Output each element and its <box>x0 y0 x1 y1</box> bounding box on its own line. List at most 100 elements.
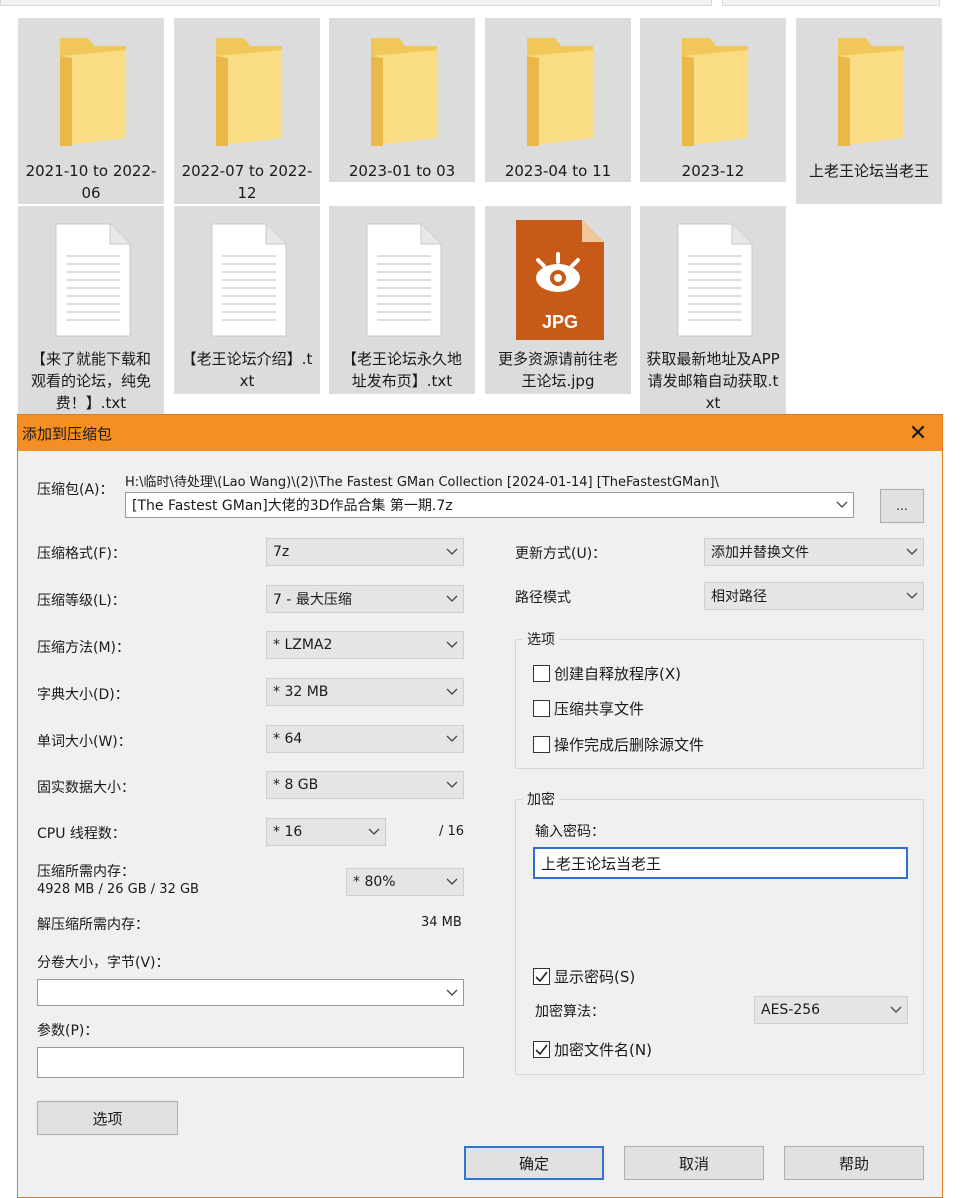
chevron-down-icon <box>441 586 463 612</box>
jpg-badge-text: JPG <box>542 312 578 332</box>
dictionary-label: 字典大小(D)： <box>37 687 129 703</box>
chevron-down-icon <box>831 493 853 517</box>
checkbox-unchecked[interactable] <box>533 736 550 753</box>
chevron-down-icon <box>441 869 463 895</box>
file-item[interactable]: 【老王论坛永久地址发布页】.txt <box>329 206 475 394</box>
folder-item[interactable]: 2023-01 to 03 <box>329 18 475 182</box>
parameters-input[interactable] <box>37 1047 464 1078</box>
file-label: 【老王论坛永久地址发布页】.txt <box>341 350 462 390</box>
chevron-down-icon <box>441 632 463 658</box>
close-icon[interactable]: ✕ <box>900 418 936 448</box>
folder-item[interactable]: 2021-10 to 2022-06 <box>18 18 164 204</box>
decompress-memory-value: 34 MB <box>421 915 462 930</box>
dictionary-value: * 32 MB <box>273 684 329 700</box>
text-file-icon <box>192 212 302 348</box>
text-file-icon <box>658 212 768 348</box>
folder-label: 2023-01 to 03 <box>348 162 456 180</box>
encryption-group-title: 加密 <box>523 789 559 809</box>
compress-shared-label: 压缩共享文件 <box>554 700 645 718</box>
password-value: 上老王论坛当老王 <box>541 854 662 873</box>
folder-label: 2022-07 to 2022-12 <box>181 162 313 202</box>
compress-shared-option[interactable]: 压缩共享文件 <box>533 698 644 719</box>
folder-icon <box>192 24 302 160</box>
chevron-down-icon <box>441 980 463 1005</box>
word-size-value: * 64 <box>273 731 303 747</box>
help-button[interactable]: 帮助 <box>784 1146 924 1180</box>
folder-label: 2023-04 to 11 <box>504 162 612 180</box>
folder-icon <box>503 24 613 160</box>
cpu-threads-value: * 16 <box>273 824 303 840</box>
encrypt-names-label: 加密文件名(N) <box>554 1041 652 1059</box>
volume-size-label: 分卷大小，字节(V)： <box>37 955 170 971</box>
add-to-archive-dialog: 添加到压缩包 ✕ 压缩包(A)： H:\临时\待处理\(Lao Wang)\(2… <box>17 414 943 1198</box>
dialog-title: 添加到压缩包 <box>22 424 113 443</box>
file-label: 【老王论坛介绍】.txt <box>181 350 313 390</box>
memory-usage-select[interactable]: * 80% <box>346 868 464 896</box>
path-mode-select[interactable]: 相对路径 <box>704 582 924 610</box>
update-mode-select[interactable]: 添加并替换文件 <box>704 538 924 566</box>
level-label: 压缩等级(L)： <box>37 593 126 609</box>
solid-block-select[interactable]: * 8 GB <box>266 771 464 799</box>
cancel-button[interactable]: 取消 <box>624 1146 764 1180</box>
folder-item[interactable]: 2023-04 to 11 <box>485 18 631 182</box>
delete-after-option[interactable]: 操作完成后删除源文件 <box>533 734 704 755</box>
archive-name-combo[interactable]: [The Fastest GMan]大佬的3D作品合集 第一期.7z <box>125 492 854 518</box>
delete-after-label: 操作完成后删除源文件 <box>554 736 705 754</box>
parameters-label: 参数(P)： <box>37 1023 99 1039</box>
solid-block-value: * 8 GB <box>273 777 319 793</box>
folder-label: 2021-10 to 2022-06 <box>25 162 157 202</box>
show-password-option[interactable]: 显示密码(S) <box>533 966 635 987</box>
chevron-down-icon <box>363 819 385 845</box>
encryption-method-select[interactable]: AES-256 <box>754 996 908 1024</box>
password-input[interactable]: 上老王论坛当老王 <box>533 847 908 879</box>
file-label: 更多资源请前往老王论坛.jpg <box>497 350 618 390</box>
chevron-down-icon <box>901 583 923 609</box>
file-label: 获取最新地址及APP请发邮箱自动获取.txt <box>646 350 780 412</box>
memory-detail: 4928 MB / 26 GB / 32 GB <box>37 882 199 897</box>
create-sfx-option[interactable]: 创建自释放程序(X) <box>533 663 681 684</box>
dialog-titlebar: 添加到压缩包 ✕ <box>18 415 942 451</box>
dictionary-select[interactable]: * 32 MB <box>266 678 464 706</box>
checkbox-unchecked[interactable] <box>533 700 550 717</box>
checkbox-checked[interactable] <box>533 1041 550 1058</box>
file-item[interactable]: 获取最新地址及APP请发邮箱自动获取.txt <box>640 206 786 416</box>
options-group-title: 选项 <box>523 629 559 649</box>
cpu-threads-label: CPU 线程数： <box>37 826 126 842</box>
cpu-threads-total: / 16 <box>439 824 465 839</box>
level-select[interactable]: 7 - 最大压缩 <box>266 585 464 613</box>
browse-button[interactable]: ... <box>880 489 924 523</box>
format-select[interactable]: 7z <box>266 538 464 566</box>
folder-item[interactable]: 2023-12 <box>640 18 786 182</box>
folder-label: 上老王论坛当老王 <box>808 162 929 180</box>
chevron-down-icon <box>885 997 907 1023</box>
method-value: * LZMA2 <box>273 637 333 653</box>
file-item[interactable]: JPG 更多资源请前往老王论坛.jpg <box>485 206 631 394</box>
word-size-select[interactable]: * 64 <box>266 725 464 753</box>
volume-size-combo[interactable] <box>37 979 464 1006</box>
encryption-method-value: AES-256 <box>761 1002 821 1018</box>
chevron-down-icon <box>441 726 463 752</box>
chevron-down-icon <box>441 679 463 705</box>
file-item[interactable]: 【来了就能下载和观看的论坛，纯免费！】.txt <box>18 206 164 416</box>
update-mode-value: 添加并替换文件 <box>711 545 809 561</box>
encrypt-names-option[interactable]: 加密文件名(N) <box>533 1039 652 1060</box>
archive-name-value: [The Fastest GMan]大佬的3D作品合集 第一期.7z <box>132 498 453 514</box>
options-button[interactable]: 选项 <box>37 1101 178 1135</box>
decompress-memory-label: 解压缩所需内存： <box>37 917 149 933</box>
method-select[interactable]: * LZMA2 <box>266 631 464 659</box>
folder-item[interactable]: 2022-07 to 2022-12 <box>174 18 320 204</box>
file-item[interactable]: 【老王论坛介绍】.txt <box>174 206 320 394</box>
path-mode-label: 路径模式 <box>515 590 571 606</box>
level-value: 7 - 最大压缩 <box>273 592 352 608</box>
folder-icon <box>814 24 924 160</box>
checkbox-checked[interactable] <box>533 968 550 985</box>
cpu-threads-select[interactable]: * 16 <box>266 818 386 846</box>
folder-item[interactable]: 上老王论坛当老王 <box>796 18 942 204</box>
folder-icon <box>347 24 457 160</box>
memory-usage-value: * 80% <box>353 874 396 890</box>
text-file-icon <box>347 212 457 348</box>
archive-label: 压缩包(A)： <box>37 482 114 498</box>
file-explorer-view: 2021-10 to 2022-06 2022-07 to 2022-12 20… <box>0 6 960 416</box>
ok-button[interactable]: 确定 <box>464 1146 604 1180</box>
checkbox-unchecked[interactable] <box>533 665 550 682</box>
